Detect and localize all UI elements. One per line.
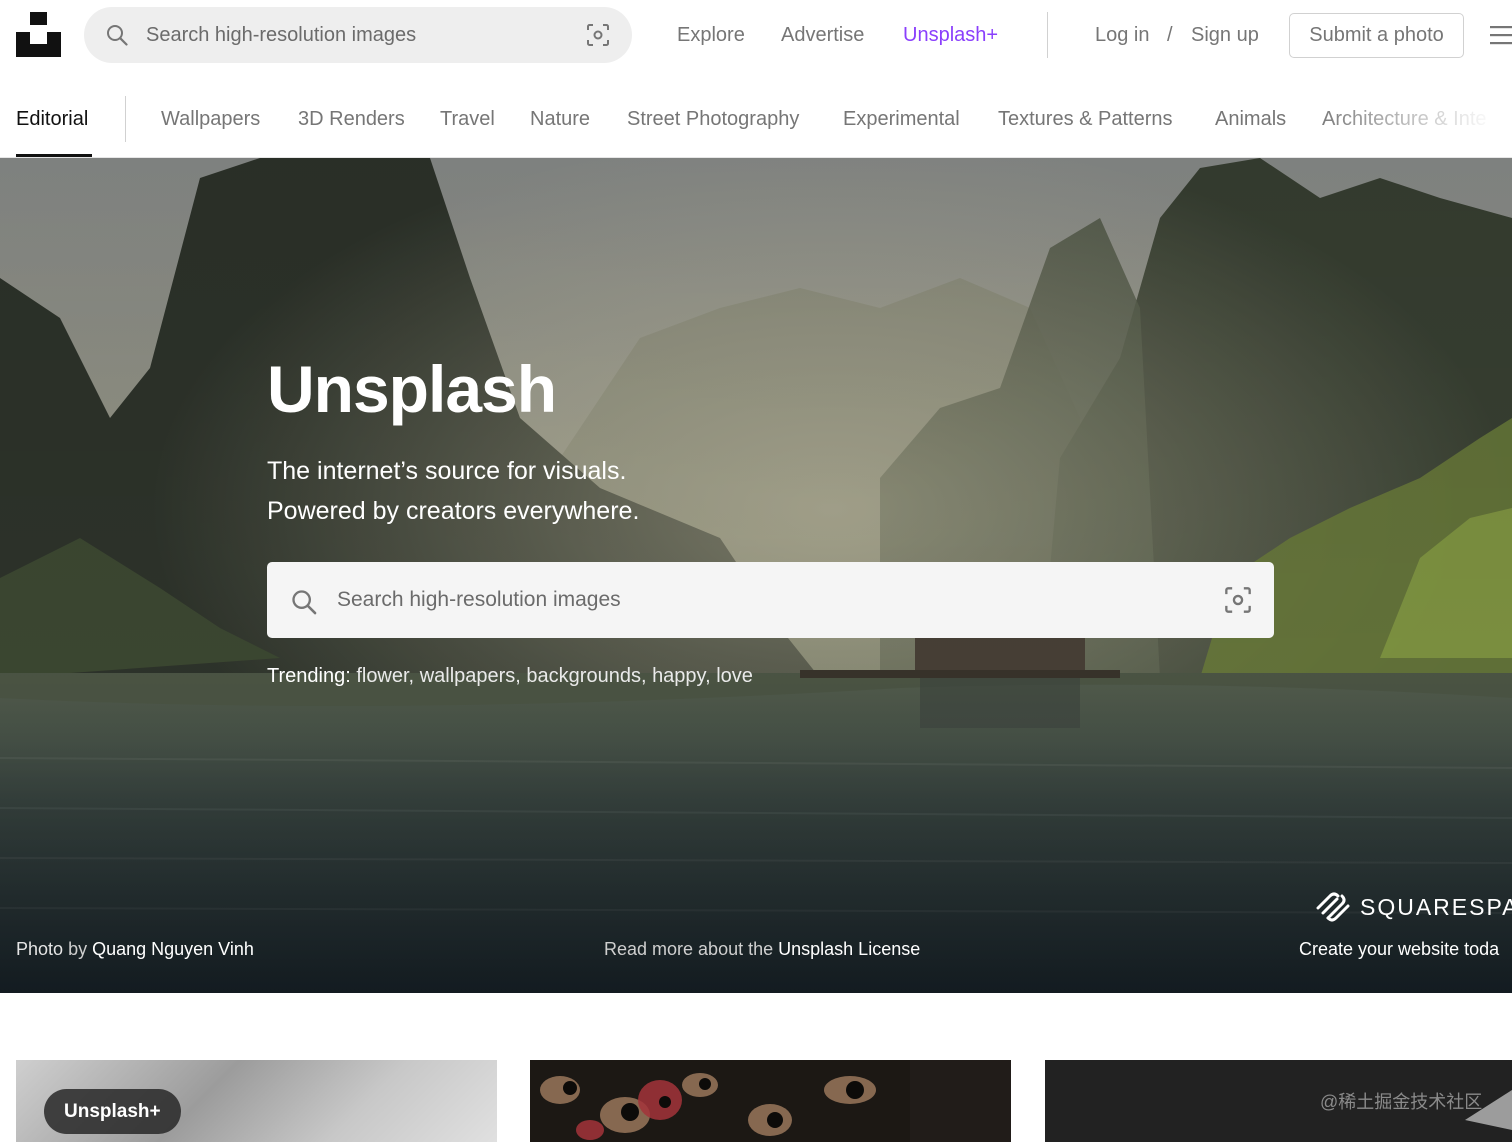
abstract-texture-image [530, 1060, 1011, 1142]
hero-search-input[interactable] [337, 580, 1197, 620]
trending-link[interactable]: backgrounds, [526, 665, 646, 687]
active-tab-indicator [16, 154, 92, 157]
squarespace-logo-icon[interactable] [1314, 890, 1352, 922]
nav-unsplash-plus-link[interactable]: Unsplash+ [903, 22, 998, 48]
hero-subtitle-line-2: Powered by creators everywhere. [267, 497, 640, 525]
tab-nature[interactable]: Nature [530, 106, 590, 132]
tab-editorial[interactable]: Editorial [16, 106, 88, 132]
visual-search-icon[interactable] [586, 23, 610, 47]
photo-card[interactable]: @稀土掘金技术社区 [1045, 1060, 1512, 1142]
trending-link[interactable]: wallpapers, [420, 665, 521, 687]
site-watermark: @稀土掘金技术社区 [1320, 1092, 1483, 1112]
category-tabs: Editorial Wallpapers 3D Renders Travel N… [0, 78, 1512, 158]
tab-experimental[interactable]: Experimental [843, 106, 960, 132]
sponsor-tagline[interactable]: Create your website toda [1299, 939, 1499, 960]
credit-prefix: Photo [16, 939, 64, 959]
tab-wallpapers[interactable]: Wallpapers [161, 106, 260, 132]
nav-advertise-link[interactable]: Advertise [781, 22, 864, 48]
nav-explore-link[interactable]: Explore [677, 22, 745, 48]
tabs-divider [125, 96, 126, 142]
header-search-input[interactable] [146, 15, 576, 55]
trending-link[interactable]: flower, [356, 665, 414, 687]
hero-title: Unsplash [267, 352, 557, 426]
login-link[interactable]: Log in [1095, 22, 1150, 48]
trending-link[interactable]: love [716, 665, 753, 687]
hero-subtitle-line-1: The internet’s source for visuals. [267, 457, 627, 485]
hero-subtitle: The internet’s source for visuals. Power… [267, 451, 639, 531]
photo-card[interactable] [530, 1060, 1011, 1142]
trending-link[interactable]: happy, [652, 665, 711, 687]
tab-architecture-interiors[interactable]: Architecture & Inte [1322, 106, 1487, 132]
login-signup-separator: / [1167, 24, 1173, 46]
license-note: Read more about the Unsplash License [604, 939, 920, 960]
sponsor-name[interactable]: SQUARESPAC [1360, 894, 1512, 921]
license-prefix: Read more about the [604, 939, 774, 959]
visual-search-icon[interactable] [1224, 586, 1252, 614]
hero-section: Unsplash The internet’s source for visua… [0, 158, 1512, 993]
search-icon[interactable] [290, 588, 318, 616]
menu-icon[interactable] [1490, 25, 1512, 45]
submit-photo-button[interactable]: Submit a photo [1289, 13, 1464, 58]
signup-link[interactable]: Sign up [1191, 22, 1259, 48]
tab-travel[interactable]: Travel [440, 106, 495, 132]
trending-searches: Trending: flower, wallpapers, background… [267, 665, 753, 688]
search-icon[interactable] [105, 23, 129, 47]
tab-3d-renders[interactable]: 3D Renders [298, 106, 405, 132]
tab-street-photography[interactable]: Street Photography [627, 106, 799, 132]
tab-textures-patterns[interactable]: Textures & Patterns [998, 106, 1173, 132]
photo-card[interactable]: Unsplash+ [16, 1060, 497, 1142]
tab-animals[interactable]: Animals [1215, 106, 1286, 132]
credit-by: by [68, 939, 88, 959]
trending-label: Trending: [267, 665, 351, 687]
unsplash-logo[interactable] [16, 12, 61, 57]
photo-credit: Photo by Quang Nguyen Vinh [16, 939, 254, 960]
top-header: Explore Advertise Unsplash+ Log in / Sig… [0, 0, 1512, 70]
hero-search-bar[interactable] [267, 562, 1274, 638]
header-divider [1047, 12, 1048, 58]
photographer-link[interactable]: Quang Nguyen Vinh [92, 939, 254, 959]
header-search-bar[interactable] [84, 7, 632, 63]
unsplash-plus-badge: Unsplash+ [44, 1089, 181, 1134]
license-link[interactable]: Unsplash License [778, 939, 920, 959]
